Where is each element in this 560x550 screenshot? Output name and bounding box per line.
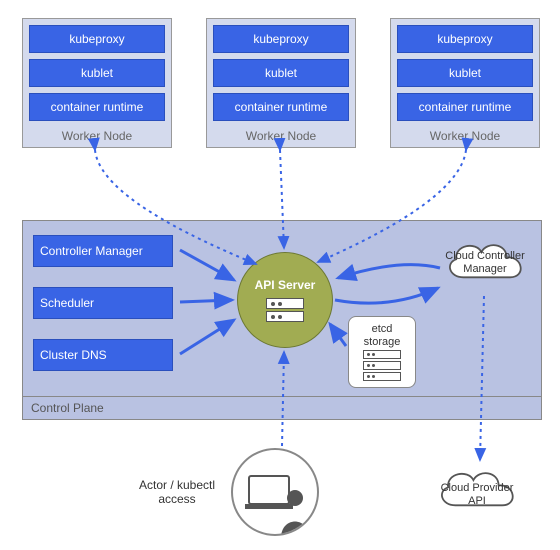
actor-label: Actor / kubectl access xyxy=(132,478,222,507)
server-icon xyxy=(266,311,304,322)
server-icon xyxy=(266,298,304,309)
cloud-provider-api: Cloud Provider API xyxy=(432,460,522,524)
server-icon xyxy=(363,361,401,370)
component-container-runtime: container runtime xyxy=(213,93,349,121)
diagram-canvas: kubeproxy kublet container runtime Worke… xyxy=(0,0,560,550)
component-container-runtime: container runtime xyxy=(397,93,533,121)
etcd-label: etcd storage xyxy=(353,323,411,347)
worker-node-label: Worker Node xyxy=(29,127,165,143)
server-icon xyxy=(363,350,401,359)
cloud-provider-label: Cloud Provider API xyxy=(432,482,522,507)
worker-node: kubeproxy kublet container runtime Worke… xyxy=(390,18,540,148)
component-kubeproxy: kubeproxy xyxy=(397,25,533,53)
component-kublet: kublet xyxy=(29,59,165,87)
api-server: API Server xyxy=(237,252,333,348)
etcd-storage: etcd storage xyxy=(348,316,416,388)
actor-icon xyxy=(231,448,319,536)
component-kubeproxy: kubeproxy xyxy=(213,25,349,53)
worker-node: kubeproxy kublet container runtime Worke… xyxy=(22,18,172,148)
component-controller-manager: Controller Manager xyxy=(33,235,173,267)
worker-node-label: Worker Node xyxy=(213,127,349,143)
component-scheduler: Scheduler xyxy=(33,287,173,319)
worker-node-label: Worker Node xyxy=(397,127,533,143)
component-cluster-dns: Cluster DNS xyxy=(33,339,173,371)
cloud-controller-manager: Cloud Controller Manager xyxy=(440,232,530,296)
component-kubeproxy: kubeproxy xyxy=(29,25,165,53)
worker-node: kubeproxy kublet container runtime Worke… xyxy=(206,18,356,148)
api-server-label: API Server xyxy=(255,278,316,292)
server-icon xyxy=(363,372,401,381)
component-container-runtime: container runtime xyxy=(29,93,165,121)
component-kublet: kublet xyxy=(213,59,349,87)
ccm-label: Cloud Controller Manager xyxy=(440,250,530,275)
control-plane-label: Control Plane xyxy=(31,401,104,415)
divider xyxy=(23,396,541,397)
component-kublet: kublet xyxy=(397,59,533,87)
